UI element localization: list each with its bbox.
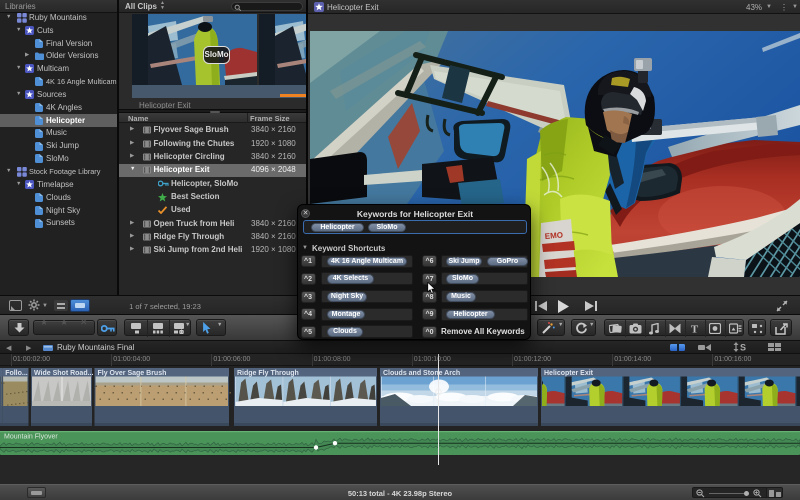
svg-text:Follo...: Follo... bbox=[5, 370, 28, 377]
svg-text:EMO: EMO bbox=[544, 230, 563, 241]
svg-text:Helicopter Exit: Helicopter Exit bbox=[544, 370, 594, 377]
svg-text:S: S bbox=[740, 343, 746, 353]
svg-text:Clouds and Stone Arch: Clouds and Stone Arch bbox=[383, 370, 460, 377]
svg-text:Ridge Fly Through: Ridge Fly Through bbox=[237, 370, 299, 377]
svg-text:Mountain Flyover: Mountain Flyover bbox=[4, 434, 58, 441]
svg-text:Wide Shot Road...: Wide Shot Road... bbox=[34, 370, 93, 377]
svg-text:Fly Over Sage Brush: Fly Over Sage Brush bbox=[98, 370, 167, 377]
svg-text:T: T bbox=[691, 324, 699, 335]
